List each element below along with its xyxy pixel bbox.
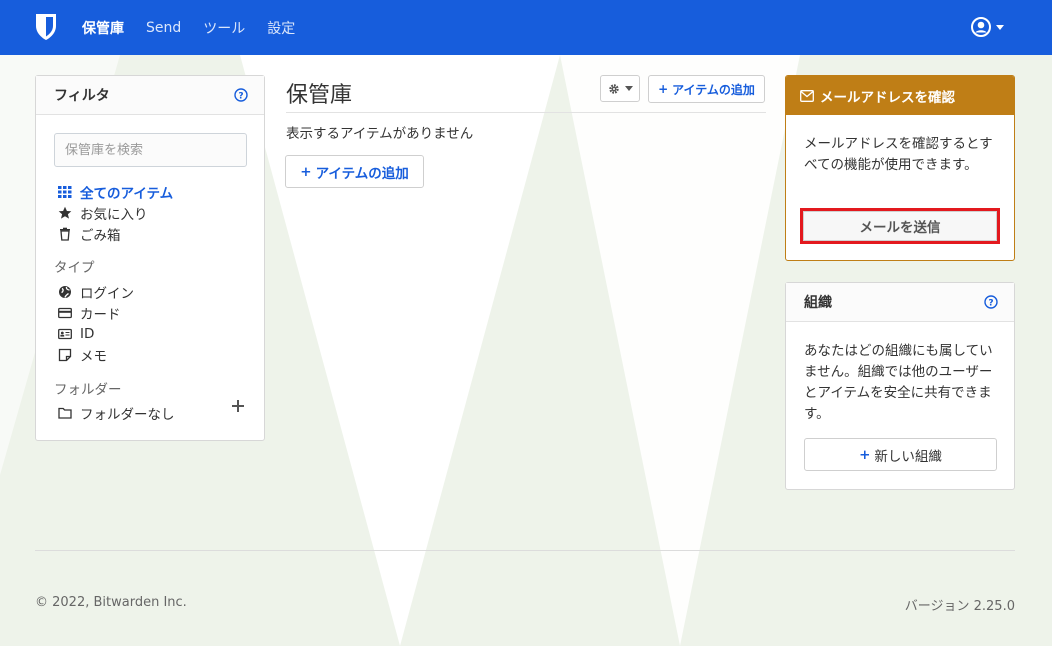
send-email-inner: メールを送信: [803, 211, 997, 241]
nav-settings[interactable]: 設定: [267, 18, 295, 38]
send-email-button[interactable]: メールを送信: [800, 208, 1000, 244]
send-email-label: メールを送信: [859, 220, 941, 236]
filter-collections: 全てのアイテム お気に入り ごみ箱: [58, 181, 258, 244]
type-heading: タイプ: [54, 260, 95, 276]
verify-email-header: メールアドレスを確認: [786, 76, 1014, 115]
add-item-main-button[interactable]: + アイテムの追加: [285, 155, 424, 188]
vault-options-button[interactable]: [600, 75, 640, 102]
filter-item-label: フォルダーなし: [80, 406, 175, 423]
filter-all-items[interactable]: 全てのアイテム: [58, 181, 258, 202]
organizations-title: 組織: [804, 295, 832, 311]
filter-item-label: ごみ箱: [80, 227, 121, 244]
verify-email-text: メールアドレスを確認するとすべての機能が使用できます。: [804, 136, 993, 173]
help-icon[interactable]: ?: [984, 295, 998, 309]
vault-search-input[interactable]: [54, 133, 247, 167]
nav-tools[interactable]: ツール: [203, 18, 245, 38]
filter-title: フィルタ: [54, 88, 110, 104]
verify-email-panel: メールアドレスを確認 メールアドレスを確認するとすべての機能が使用できます。 メ…: [785, 75, 1015, 261]
grid-icon: [58, 185, 72, 198]
title-divider: [286, 112, 766, 113]
add-item-main-label: アイテムの追加: [315, 165, 409, 182]
help-icon[interactable]: ?: [234, 88, 248, 102]
envelope-icon: [800, 89, 814, 102]
filter-panel: フィルタ ? 全てのアイテム お気に入り: [35, 75, 265, 441]
filter-favorites[interactable]: お気に入り: [58, 202, 258, 223]
filter-types: ログイン カード ID メモ: [58, 281, 258, 365]
nav-links: 保管庫 Send ツール 設定: [82, 0, 317, 55]
page-content: フィルタ ? 全てのアイテム お気に入り: [0, 55, 1052, 646]
filter-item-label: カード: [80, 306, 121, 323]
copyright-text: © 2022, Bitwarden Inc.: [35, 595, 187, 610]
new-organization-button[interactable]: + 新しい組織: [804, 438, 997, 471]
credit-card-icon: [58, 307, 72, 318]
top-navbar: 保管庫 Send ツール 設定: [0, 0, 1052, 55]
footer-divider: [35, 550, 1015, 551]
chevron-down-icon: [624, 86, 633, 91]
account-menu[interactable]: [971, 17, 1004, 37]
filter-folder-none[interactable]: フォルダーなし: [58, 402, 258, 423]
id-card-icon: [58, 328, 72, 339]
add-item-label: アイテムの追加: [672, 82, 755, 97]
filter-type-login[interactable]: ログイン: [58, 281, 258, 302]
page-title: 保管庫: [286, 83, 353, 108]
filter-folders: フォルダーなし: [58, 402, 258, 423]
globe-icon: [59, 285, 71, 298]
chevron-down-icon: [996, 24, 1004, 30]
bitwarden-shield-logo[interactable]: [34, 13, 58, 41]
filter-type-identity[interactable]: ID: [58, 323, 258, 344]
filter-type-card[interactable]: カード: [58, 302, 258, 323]
gear-icon: [608, 83, 619, 94]
organizations-text: あなたはどの組織にも属していません。組織では他のユーザーとアイテムを安全に共有で…: [804, 343, 993, 422]
plus-icon: +: [300, 163, 312, 180]
nav-send[interactable]: Send: [146, 20, 181, 36]
filter-trash[interactable]: ごみ箱: [58, 223, 258, 244]
nav-vault[interactable]: 保管庫: [82, 18, 124, 38]
organizations-header: 組織 ?: [786, 283, 1014, 322]
note-icon: [58, 348, 72, 361]
empty-state-text: 表示するアイテムがありません: [286, 126, 474, 142]
filter-item-label: ID: [80, 325, 95, 342]
add-item-button[interactable]: + アイテムの追加: [648, 75, 765, 103]
new-organization-label: 新しい組織: [874, 448, 942, 465]
filter-item-label: ログイン: [80, 285, 134, 302]
plus-icon: +: [658, 82, 669, 96]
star-icon: [58, 206, 72, 219]
folder-icon: [58, 407, 72, 419]
filter-item-label: お気に入り: [80, 206, 148, 223]
folder-heading: フォルダー: [54, 382, 122, 398]
svg-text:?: ?: [988, 299, 993, 309]
filter-item-label: メモ: [80, 348, 107, 365]
trash-icon: [60, 227, 70, 241]
plus-icon: +: [859, 446, 871, 463]
organizations-panel: 組織 ? あなたはどの組織にも属していません。組織では他のユーザーとアイテムを安…: [785, 282, 1015, 490]
user-circle-icon: [971, 17, 991, 37]
version-text: バージョン 2.25.0: [904, 599, 1015, 614]
filter-item-label: 全てのアイテム: [80, 185, 174, 202]
filter-header: フィルタ ?: [36, 76, 264, 115]
svg-text:?: ?: [238, 92, 243, 102]
verify-email-title: メールアドレスを確認: [820, 89, 955, 106]
filter-type-note[interactable]: メモ: [58, 344, 258, 365]
